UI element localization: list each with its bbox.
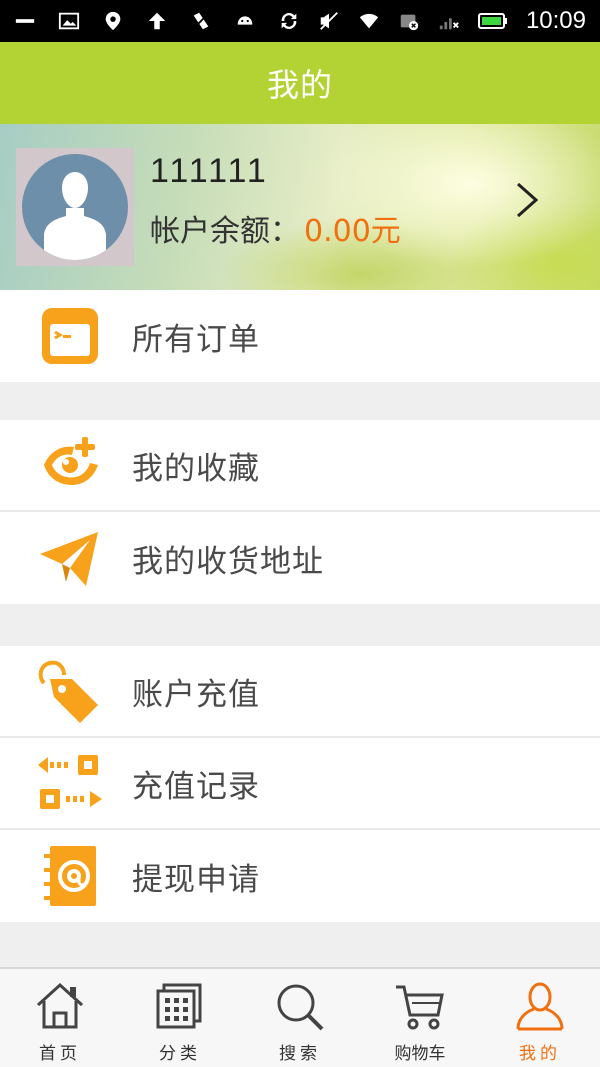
upload-arrow-icon xyxy=(148,12,166,30)
menu-label: 所有订单 xyxy=(132,321,260,358)
tab-label: 分类 xyxy=(159,1044,201,1064)
menu-item-all-orders[interactable]: 所有订单 xyxy=(0,290,600,382)
search-icon xyxy=(277,984,324,1031)
mute-icon xyxy=(320,12,338,30)
tab-cart[interactable]: 购物车 xyxy=(360,969,480,1067)
wifi-icon xyxy=(359,13,379,29)
avatar[interactable] xyxy=(16,148,134,266)
menu-item-recharge[interactable]: 账户充值 xyxy=(0,646,600,738)
signal-icon xyxy=(439,18,459,30)
menu-group-orders: 所有订单 xyxy=(0,290,600,382)
home-icon xyxy=(36,982,84,1029)
cart-icon xyxy=(396,985,444,1030)
battery-icon xyxy=(477,13,507,29)
tab-label: 购物车 xyxy=(394,1044,446,1064)
image-icon xyxy=(58,12,80,30)
menu-item-recharge-history[interactable]: 充值记录 xyxy=(0,738,600,830)
grid-icon xyxy=(156,983,202,1029)
bottom-tab-bar: 首页 分类 搜索 购物车 我的 xyxy=(0,967,600,1067)
menu-item-shipping-address[interactable]: 我的收货地址 xyxy=(0,512,600,604)
default-avatar-icon xyxy=(22,154,128,260)
minus-icon xyxy=(15,19,35,23)
data-off-icon xyxy=(400,14,419,31)
page-title: 我的 xyxy=(266,66,333,104)
balance-label: 帐户余额： xyxy=(150,214,300,249)
menu-label: 账户充值 xyxy=(132,676,260,713)
menu-item-withdrawal[interactable]: 提现申请 xyxy=(0,830,600,922)
menu-item-favorites[interactable]: 我的收藏 xyxy=(0,420,600,512)
status-clock: 10:09 xyxy=(525,7,586,34)
favorite-add-icon xyxy=(36,431,104,499)
menu-group-finance: 账户充值 充值记录 提现申请 xyxy=(0,646,600,922)
chevron-right-icon[interactable] xyxy=(514,182,542,218)
location-pin-icon xyxy=(105,11,121,31)
address-book-icon xyxy=(36,842,104,910)
orders-icon xyxy=(36,302,104,370)
status-bar: 10:09 xyxy=(0,0,600,42)
balance-row: 帐户余额： 0.00元 xyxy=(150,206,401,250)
menu-label: 我的收货地址 xyxy=(132,543,324,580)
tab-label: 我的 xyxy=(519,1044,561,1064)
tab-label: 搜索 xyxy=(279,1044,321,1064)
tab-category[interactable]: 分类 xyxy=(120,969,240,1067)
tab-search[interactable]: 搜索 xyxy=(240,969,360,1067)
balance-value: 0.00元 xyxy=(304,214,401,249)
menu-label: 提现申请 xyxy=(132,861,260,898)
username: 111111 xyxy=(150,152,269,190)
tab-label: 首页 xyxy=(39,1044,81,1064)
price-tag-icon xyxy=(36,657,104,725)
transfer-icon xyxy=(36,749,104,817)
no-tool-icon xyxy=(192,12,210,30)
menu-label: 充值记录 xyxy=(132,768,260,805)
menu-label: 我的收藏 xyxy=(132,450,260,487)
android-icon xyxy=(237,16,253,25)
menu-group-personal: 我的收藏 我的收货地址 xyxy=(0,420,600,604)
tab-home[interactable]: 首页 xyxy=(0,969,120,1067)
paper-plane-icon xyxy=(36,524,104,592)
tab-mine[interactable]: 我的 xyxy=(480,969,600,1067)
sync-icon xyxy=(281,12,297,30)
app-header: 我的 xyxy=(0,42,600,124)
profile-banner[interactable]: 111111 帐户余额： 0.00元 xyxy=(0,124,600,290)
user-icon xyxy=(516,982,564,1031)
